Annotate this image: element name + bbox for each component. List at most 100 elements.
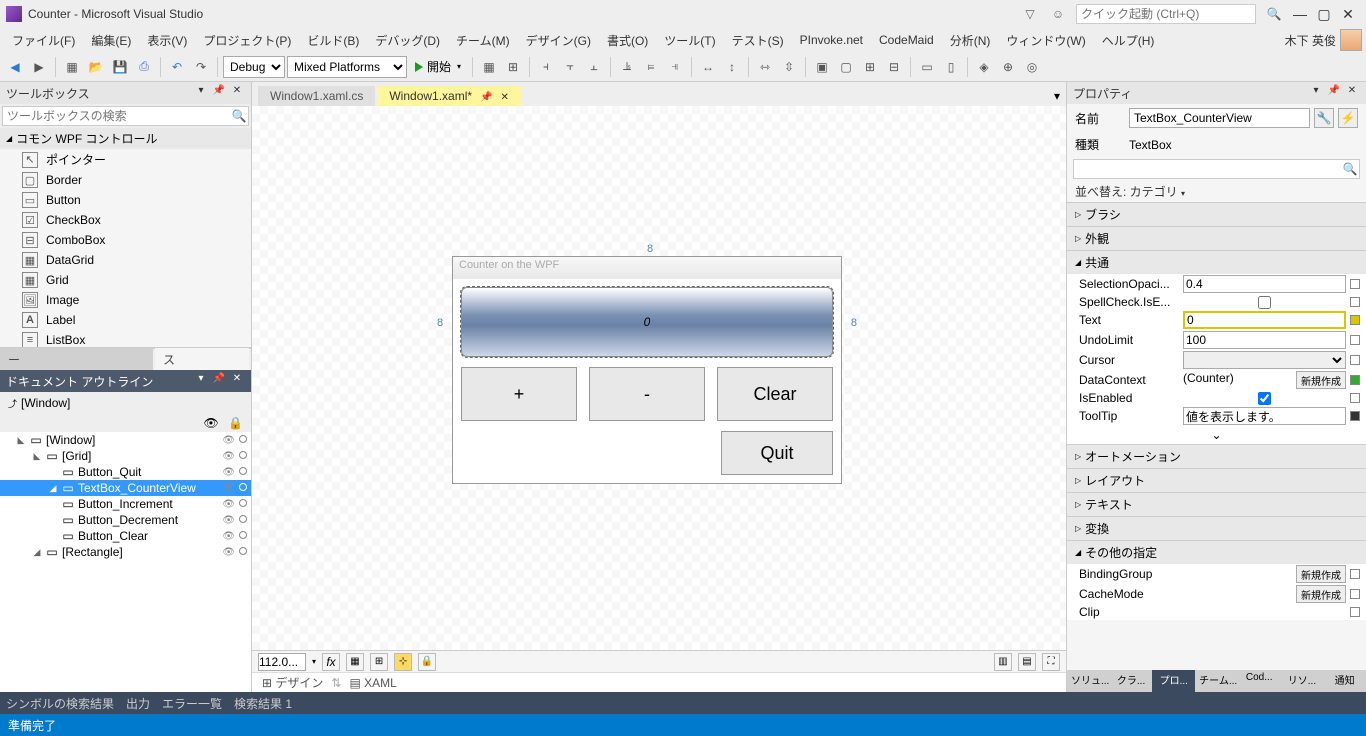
size-width-icon[interactable]: ⇿ bbox=[754, 56, 776, 78]
toolbox-search-input[interactable] bbox=[3, 107, 230, 125]
minimize-button[interactable]: — bbox=[1288, 6, 1312, 22]
ungroup-icon[interactable]: ⊟ bbox=[883, 56, 905, 78]
align-left-icon[interactable]: ⫞ bbox=[535, 56, 557, 78]
cat-appearance[interactable]: ▷外観 bbox=[1067, 226, 1366, 250]
menu-window[interactable]: ウィンドウ(W) bbox=[998, 30, 1093, 51]
tab-dropdown-icon[interactable]: ▾ bbox=[1048, 86, 1066, 106]
rtab-resource[interactable]: リソ... bbox=[1281, 670, 1324, 692]
pin-icon[interactable]: 📌 bbox=[211, 85, 227, 101]
designer-surface[interactable]: Counter on the WPF 0 + - Clear Quit 8 8 … bbox=[252, 106, 1066, 650]
rtab-notify[interactable]: 通知 bbox=[1323, 670, 1366, 692]
split-h-icon[interactable]: ▥ bbox=[994, 653, 1012, 671]
rtab-team[interactable]: チーム... bbox=[1195, 670, 1238, 692]
tab-cs[interactable]: Window1.xaml.cs bbox=[258, 86, 375, 106]
close-icon[interactable]: ✕ bbox=[501, 92, 509, 103]
quit-button[interactable]: Quit bbox=[721, 431, 833, 475]
menu-help[interactable]: ヘルプ(H) bbox=[1094, 30, 1163, 51]
start-button[interactable]: 開始▾ bbox=[409, 56, 467, 78]
mode-design[interactable]: ⊞ デザイン bbox=[262, 674, 323, 691]
toolbox-item-datagrid[interactable]: ▦DataGrid bbox=[0, 250, 251, 270]
increment-button[interactable]: + bbox=[461, 367, 577, 421]
clear-button[interactable]: Clear bbox=[717, 367, 833, 421]
sort-dropdown[interactable]: 並べ替え: カテゴリ ▾ bbox=[1067, 181, 1366, 202]
toolbox-group[interactable]: ◢コモン WPF コントロール bbox=[0, 128, 251, 149]
fx-icon[interactable]: fx bbox=[322, 653, 340, 671]
decrement-button[interactable]: - bbox=[589, 367, 705, 421]
spellcheck-checkbox[interactable] bbox=[1183, 296, 1346, 309]
tab-xaml[interactable]: Window1.xaml*📌✕ bbox=[377, 86, 521, 106]
cat-brush[interactable]: ▷ブラシ bbox=[1067, 202, 1366, 226]
pin-icon[interactable]: 📌 bbox=[1326, 85, 1342, 101]
pin-icon[interactable]: 📌 bbox=[211, 373, 227, 389]
btab-output[interactable]: 出力 bbox=[126, 695, 150, 712]
tooltip-input[interactable] bbox=[1183, 407, 1346, 425]
selection-opacity-input[interactable] bbox=[1183, 275, 1346, 293]
maximize-button[interactable]: ▢ bbox=[1312, 6, 1336, 23]
new-project-icon[interactable]: ▦ bbox=[61, 56, 83, 78]
menu-test[interactable]: テスト(S) bbox=[724, 30, 792, 51]
feedback-icon[interactable]: ☺ bbox=[1048, 4, 1068, 24]
search-icon[interactable]: 🔍 bbox=[1264, 4, 1284, 24]
misc-icon-2[interactable]: ⊕ bbox=[997, 56, 1019, 78]
dropdown-icon[interactable]: ▾ bbox=[1308, 85, 1324, 101]
mode-xaml[interactable]: ▤ XAML bbox=[349, 676, 396, 690]
zoom-input[interactable] bbox=[258, 653, 306, 671]
wrench-icon[interactable]: 🔧 bbox=[1314, 108, 1334, 128]
outline-row[interactable]: ◣▭[Grid]👁 bbox=[0, 448, 251, 464]
config-select[interactable]: Debug bbox=[223, 56, 285, 78]
cat-text[interactable]: ▷テキスト bbox=[1067, 492, 1366, 516]
lock-icon[interactable]: 🔒 bbox=[418, 653, 436, 671]
expand-icon[interactable]: ⛶ bbox=[1042, 653, 1060, 671]
bring-front-icon[interactable]: ▣ bbox=[811, 56, 833, 78]
align-center-icon[interactable]: ⫟ bbox=[559, 56, 581, 78]
outline-row[interactable]: ▭Button_Increment👁 bbox=[0, 496, 251, 512]
notifications-icon[interactable]: ▽ bbox=[1020, 4, 1040, 24]
design-window[interactable]: Counter on the WPF 0 + - Clear Quit 8 8 … bbox=[452, 256, 842, 484]
outline-row[interactable]: ▭Button_Decrement👁 bbox=[0, 512, 251, 528]
dropdown-icon[interactable]: ▾ bbox=[193, 85, 209, 101]
vspace-icon[interactable]: ↕ bbox=[721, 56, 743, 78]
snap-icon[interactable]: ⊞ bbox=[370, 653, 388, 671]
cursor-select[interactable] bbox=[1183, 351, 1346, 369]
rtab-class[interactable]: クラ... bbox=[1110, 670, 1153, 692]
toolbox-item-checkbox[interactable]: ☑CheckBox bbox=[0, 210, 251, 230]
tool-icon-2[interactable]: ⊞ bbox=[502, 56, 524, 78]
lock-icon[interactable]: 🔒 bbox=[228, 416, 243, 430]
menu-format[interactable]: 書式(O) bbox=[599, 30, 656, 51]
split-v-icon[interactable]: ▤ bbox=[1018, 653, 1036, 671]
toolbox-item-label[interactable]: ALabel bbox=[0, 310, 251, 330]
dropdown-icon[interactable]: ▾ bbox=[193, 373, 209, 389]
user-name[interactable]: 木下 英俊 bbox=[1285, 32, 1340, 49]
nav-fwd-button[interactable]: ▶ bbox=[28, 56, 50, 78]
align-bottom-icon[interactable]: ⫣ bbox=[664, 56, 686, 78]
menu-view[interactable]: 表示(V) bbox=[139, 30, 195, 51]
undo-icon[interactable]: ↶ bbox=[166, 56, 188, 78]
events-icon[interactable]: ⚡ bbox=[1338, 108, 1358, 128]
layout-icon-2[interactable]: ▯ bbox=[940, 56, 962, 78]
menu-tools[interactable]: ツール(T) bbox=[656, 30, 723, 51]
menu-pinvoke[interactable]: PInvoke.net bbox=[792, 31, 871, 49]
tool-icon-1[interactable]: ▦ bbox=[478, 56, 500, 78]
menu-file[interactable]: ファイル(F) bbox=[4, 30, 83, 51]
size-height-icon[interactable]: ⇳ bbox=[778, 56, 800, 78]
misc-icon-1[interactable]: ◈ bbox=[973, 56, 995, 78]
align-right-icon[interactable]: ⫠ bbox=[583, 56, 605, 78]
outline-row[interactable]: ◣▭[Window]👁 bbox=[0, 432, 251, 448]
outline-row[interactable]: ▭Button_Clear👁 bbox=[0, 528, 251, 544]
menu-analyze[interactable]: 分析(N) bbox=[942, 30, 999, 51]
toolbox-item-button[interactable]: ▭Button bbox=[0, 190, 251, 210]
expand-more-icon[interactable]: ⌄ bbox=[1067, 426, 1366, 444]
toolbox-item-combobox[interactable]: ⊟ComboBox bbox=[0, 230, 251, 250]
pin-icon[interactable]: 📌 bbox=[480, 92, 492, 103]
menu-build[interactable]: ビルド(B) bbox=[299, 30, 367, 51]
redo-icon[interactable]: ↷ bbox=[190, 56, 212, 78]
menu-team[interactable]: チーム(M) bbox=[448, 30, 518, 51]
group-icon[interactable]: ⊞ bbox=[859, 56, 881, 78]
text-input[interactable] bbox=[1183, 311, 1346, 329]
toolbox-item-pointer[interactable]: ↖ポインター bbox=[0, 149, 251, 170]
btab-errors[interactable]: エラー一覧 bbox=[162, 695, 222, 712]
btab-find[interactable]: 検索結果 1 bbox=[234, 695, 292, 712]
misc-icon-3[interactable]: ◎ bbox=[1021, 56, 1043, 78]
platform-select[interactable]: Mixed Platforms bbox=[287, 56, 407, 78]
undolimit-input[interactable] bbox=[1183, 331, 1346, 349]
